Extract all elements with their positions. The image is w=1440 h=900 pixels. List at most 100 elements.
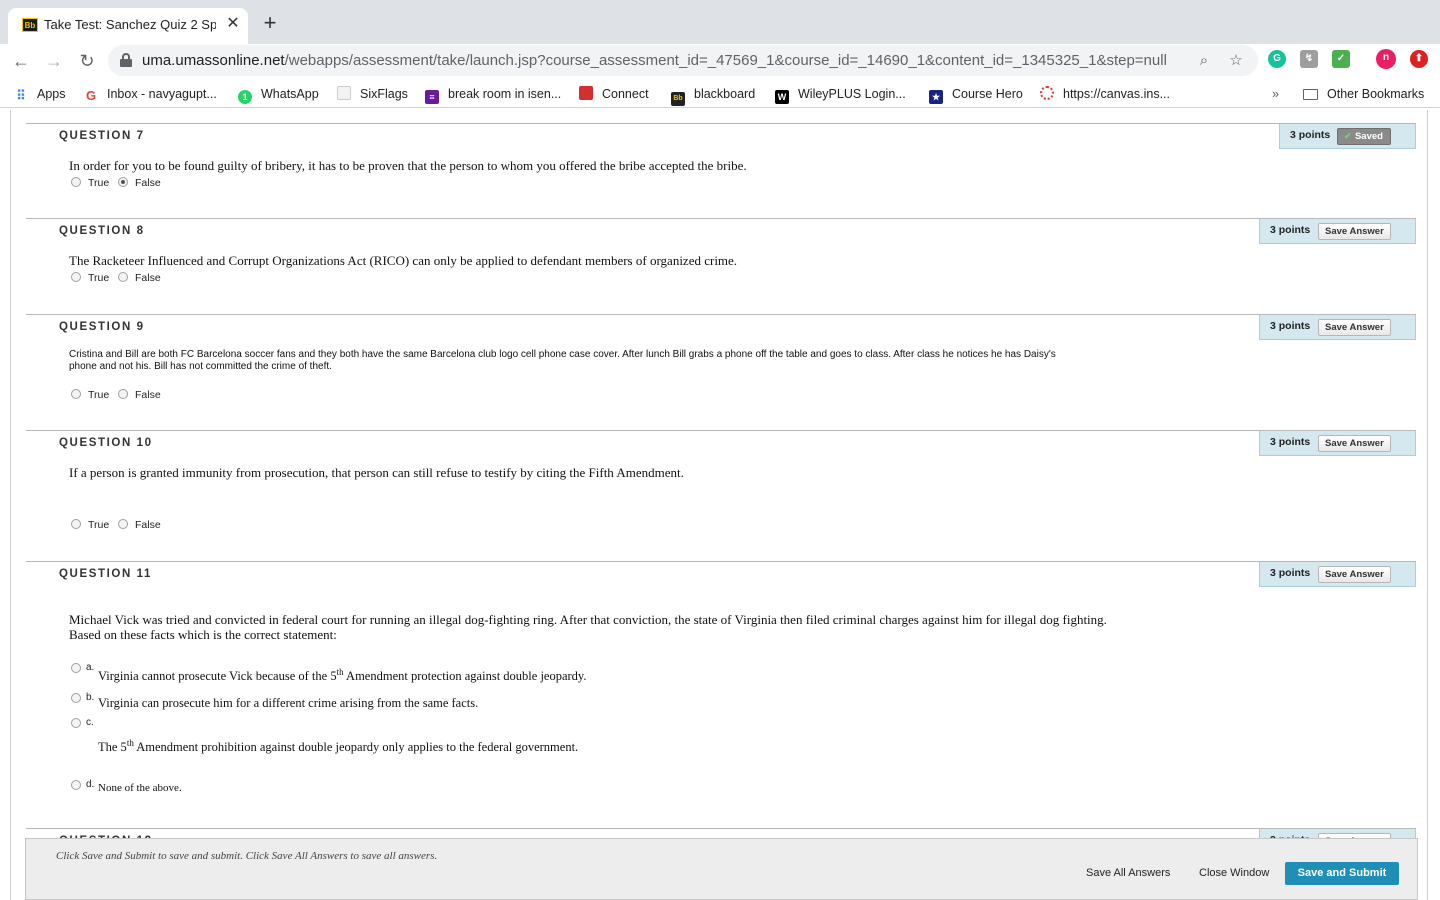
tab-strip: Bb Take Test: Sanchez Quiz 2 Spr ✕ + [0,0,1440,44]
question-text: The Racketeer Influenced and Corrupt Org… [69,253,738,268]
back-icon[interactable]: ← [8,48,34,74]
radio-false[interactable] [118,177,128,187]
bookmark-inbox[interactable]: G Inbox - navyagupt... [84,86,217,103]
points-value: 3 points [1290,129,1331,141]
submit-instructions: Click Save and Submit to save and submit… [56,850,438,862]
bookmarks-bar: ⠿ Apps G Inbox - navyagupt... 1 WhatsApp Si… [0,80,1440,108]
close-window-button[interactable]: Close Window [1199,867,1269,879]
new-tab-icon[interactable]: + [258,12,282,36]
radio-false[interactable] [118,389,128,399]
radio-choice-d[interactable] [71,780,81,790]
course-hero-icon: ★ [929,90,943,104]
profile-avatar[interactable]: n [1376,49,1396,69]
update-icon[interactable]: ⬆ [1410,50,1428,68]
points-box: 3 points Save Answer [1259,562,1416,587]
tab-title: Take Test: Sanchez Quiz 2 Spr [44,17,216,32]
bookmark-canvas[interactable]: https://canvas.ins... [1040,86,1170,102]
bookmark-star-icon[interactable]: ☆ [1226,51,1246,71]
radio-true[interactable] [71,519,81,529]
url-text: uma.umassonline.net/webapps/assessment/t… [142,52,1167,69]
address-bar[interactable]: uma.umassonline.net/webapps/assessment/t… [108,45,1258,76]
blackboard-icon: Bb [671,92,685,106]
question-label: QUESTION 11 [59,568,153,580]
option-true[interactable]: True [71,389,109,401]
question-text-line-2: phone and not his. Bill has not committe… [69,361,332,372]
radio-true[interactable] [71,389,81,399]
apps-grid-icon: ⠿ [16,88,26,103]
bookmark-sixflags[interactable]: SixFlags [337,86,408,102]
question-text-line-1: Michael Vick was tried and convicted in … [69,612,1107,627]
question-label: QUESTION 8 [59,225,145,237]
option-false[interactable]: False [118,177,161,189]
bookmark-whatsapp[interactable]: 1 WhatsApp [238,86,319,104]
google-icon: G [85,88,97,103]
wiley-icon: W [775,90,789,104]
question-label: QUESTION 10 [59,437,153,449]
extension-icon[interactable]: ↯ [1300,50,1318,68]
check-icon: ✔ [1344,131,1352,142]
bookmark-wileyplus[interactable]: W WileyPLUS Login... [775,86,906,104]
canvas-icon [1040,86,1054,100]
points-box: 3 points Save Answer [1259,219,1416,244]
grammarly-icon[interactable]: G [1268,50,1286,68]
more-bookmarks-icon[interactable]: » [1272,86,1279,102]
radio-true[interactable] [71,272,81,282]
forward-icon[interactable]: → [41,48,67,74]
choice-letter-d: d. [86,779,95,790]
bookmark-apps[interactable]: ⠿ Apps [14,86,65,103]
option-false[interactable]: False [118,272,161,284]
points-box: 3 points Save Answer [1259,315,1416,340]
save-answer-button[interactable]: Save Answer [1318,223,1391,240]
bookmark-connect[interactable]: Connect [579,86,649,102]
save-answer-button[interactable]: Save Answer [1318,566,1391,583]
zoom-icon[interactable]: ⌕ [1194,51,1214,71]
browser-tab[interactable]: Bb Take Test: Sanchez Quiz 2 Spr ✕ [8,8,248,44]
question-label: QUESTION 9 [59,321,145,333]
question-8: QUESTION 8 3 points Save Answer The Rack… [26,218,1416,314]
question-7: QUESTION 7 3 points ✔ Saved In order for … [26,123,1416,218]
option-true[interactable]: True [71,519,109,531]
blackboard-favicon-icon: Bb [22,18,38,32]
question-text-line-2: Based on these facts which is the correc… [69,627,337,642]
option-true[interactable]: True [71,177,109,189]
option-true[interactable]: True [71,272,109,284]
radio-choice-a[interactable] [71,663,81,673]
folder-icon [1303,89,1318,100]
points-box: 3 points Save Answer [1259,431,1416,456]
radio-choice-c[interactable] [71,718,81,728]
question-11: QUESTION 11 3 points Save Answer Michael… [26,561,1416,828]
choice-d-text[interactable]: None of the above. [98,782,182,794]
bookmark-course-hero[interactable]: ★ Course Hero [929,86,1023,104]
points-box: 3 points ✔ Saved [1279,124,1416,149]
choice-b-text[interactable]: Virginia can prosecute him for a differe… [98,696,478,711]
question-10: QUESTION 10 3 points Save Answer If a pe… [26,430,1416,561]
save-extension-icon[interactable]: ✓ [1332,50,1350,68]
choice-a-text[interactable]: Virginia cannot prosecute Vick because o… [98,667,587,684]
choice-c-text[interactable]: The 5th Amendment prohibition against do… [98,738,578,755]
list-icon: ≡ [425,90,439,104]
option-false[interactable]: False [118,389,161,401]
bookmark-break-room[interactable]: ≡ break room in isen... [425,86,561,104]
save-answer-button[interactable]: Save Answer [1318,435,1391,452]
close-tab-icon[interactable]: ✕ [224,15,242,33]
saved-button[interactable]: ✔ Saved [1337,128,1391,145]
other-bookmarks[interactable]: Other Bookmarks [1303,86,1424,102]
radio-true[interactable] [71,177,81,187]
choice-letter-c: c. [86,717,94,728]
save-and-submit-button[interactable]: Save and Submit [1285,862,1399,885]
question-text-line-1: Cristina and Bill are both FC Barcelona … [69,349,1056,360]
reload-icon[interactable]: ↻ [74,48,100,74]
mcgraw-hill-icon [579,86,593,100]
save-all-answers-button[interactable]: Save All Answers [1086,867,1170,879]
bookmark-blackboard[interactable]: Bb blackboard [671,86,755,106]
radio-false[interactable] [118,519,128,529]
lock-icon [120,53,132,67]
radio-false[interactable] [118,272,128,282]
page-icon [337,86,351,100]
option-false[interactable]: False [118,519,161,531]
save-answer-button[interactable]: Save Answer [1318,319,1391,336]
radio-choice-b[interactable] [71,693,81,703]
question-text: If a person is granted immunity from pro… [69,465,684,480]
browser-toolbar: ← → ↻ uma.umassonline.net/webapps/assess… [0,44,1440,78]
choice-letter-b: b. [86,692,95,703]
